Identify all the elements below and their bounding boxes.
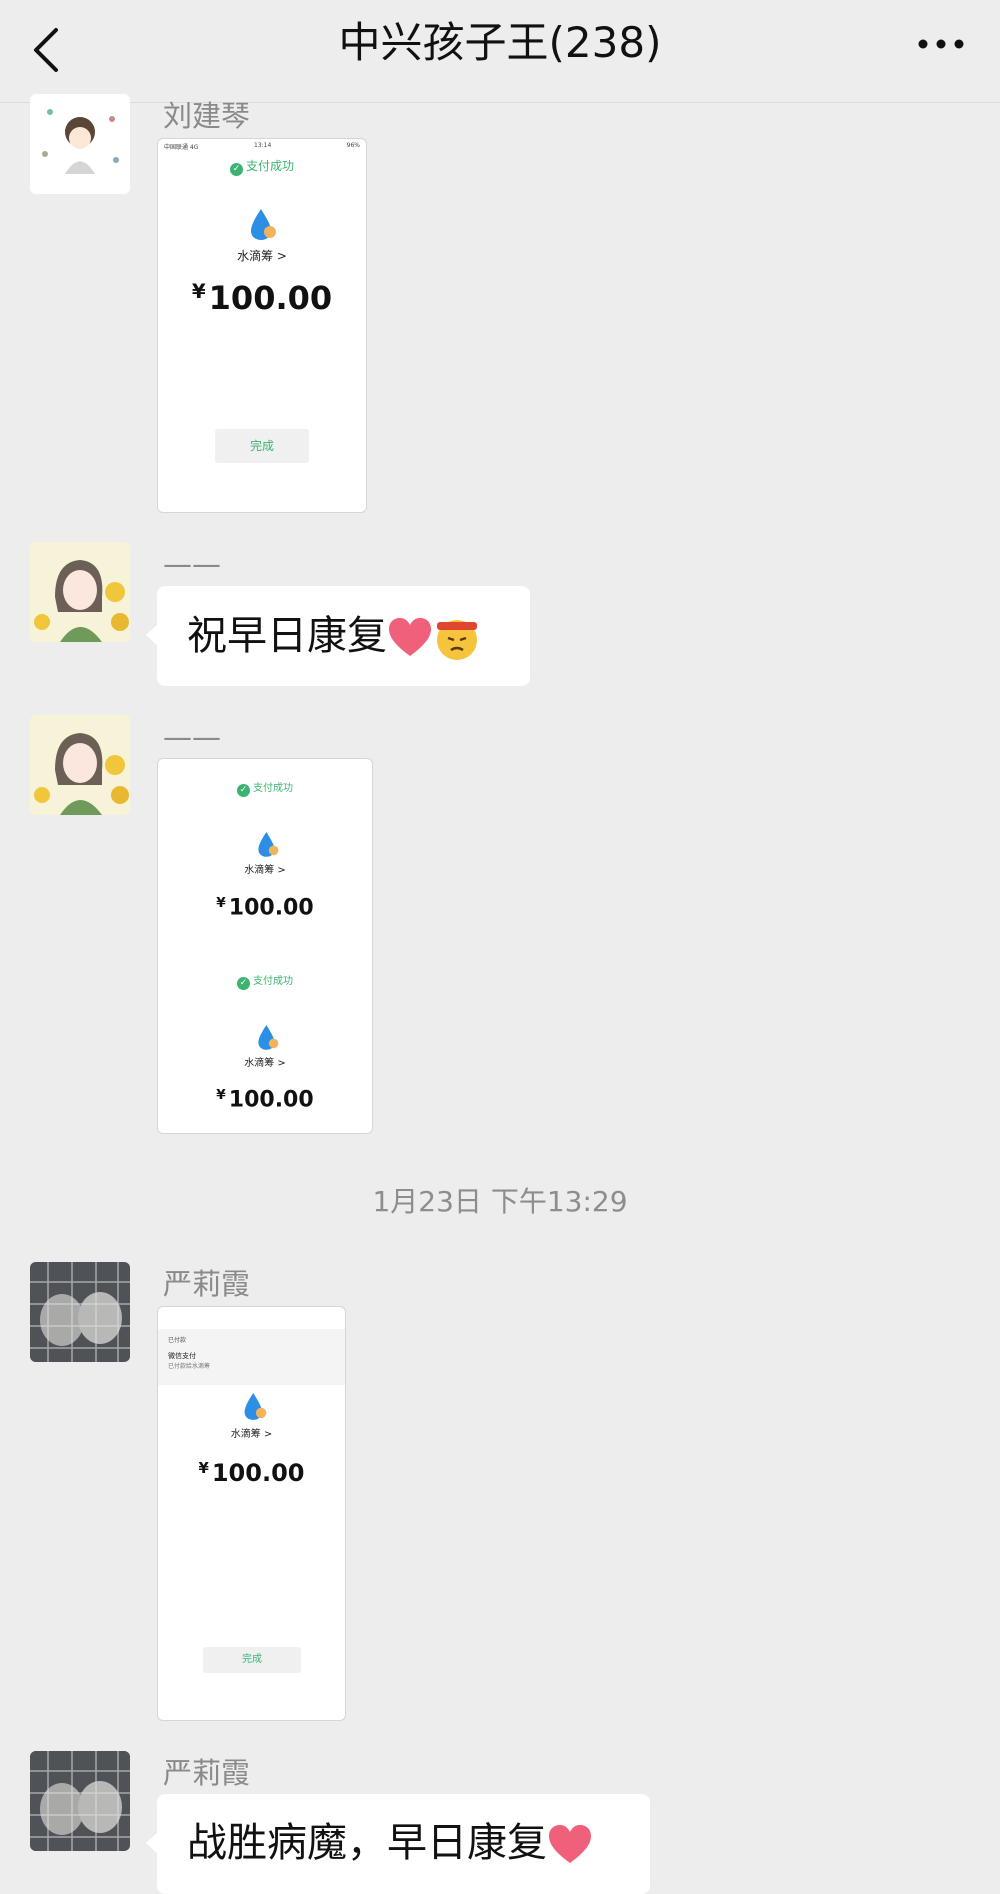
image-message[interactable]: ✓ 支付成功 水滴筹 > ¥100.00 ✓ 支付成功 水滴筹 > ¥100.00 [157,758,373,1134]
payment-success-label: ✓ 支付成功 [158,972,372,990]
merchant-name: 水滴筹 > [244,865,286,876]
message-text: 祝早日康复 [187,613,387,659]
cat-avatar-image [30,1262,130,1362]
text-message-bubble[interactable]: 战胜病魔，早日康复 [146,1794,650,1894]
sender-name: 严莉霞 [163,1267,251,1301]
payment-amount: ¥100.00 [216,1087,314,1113]
merchant-name: 水滴筹 > [230,1429,273,1440]
timestamp: 1月23日 下午13:29 [372,1185,628,1218]
waterdrop-logo-icon [258,832,279,857]
image-message[interactable]: 已付款 微信支付 已付款给水滴筹 水滴筹 > ¥100.00 完成 [157,1306,346,1721]
payment-amount: ¥100.00 [191,279,333,317]
sender-name: —— [163,547,221,581]
receipt-status-bar: 中国联通 4G 13:14 96% [164,142,360,151]
check-icon: ✓ [237,784,250,797]
waterdrop-logo-icon [244,1393,267,1420]
merchant-name: 水滴筹 > [244,1058,286,1069]
sender-name: —— [163,720,221,754]
avatar[interactable] [30,1751,130,1851]
determined-face-emoji [437,620,477,660]
done-button: 完成 [203,1647,301,1673]
avatar[interactable] [30,94,130,194]
check-icon: ✓ [229,163,243,176]
sender-name: 严莉霞 [163,1756,251,1790]
girl-avatar-image [30,542,130,642]
image-message[interactable]: 中国联通 4G 13:14 96% ✓ 支付成功 水滴筹 > ¥100.00 完成 [157,138,367,513]
avatar[interactable] [30,1262,130,1362]
sender-name: 刘建琴 [163,99,251,133]
girl-avatar-image [30,715,130,815]
avatar[interactable] [30,542,130,642]
done-button: 完成 [215,429,309,463]
avatar[interactable] [30,715,130,815]
cat-avatar-image [30,1751,130,1851]
notification-banner: 已付款 微信支付 已付款给水滴筹 [158,1329,345,1385]
text-message-bubble[interactable]: 祝早日康复 [146,586,530,686]
message-text: 战胜病魔，早日康复 [187,1820,547,1866]
payment-success-label: ✓ 支付成功 [158,779,372,797]
check-icon: ✓ [237,977,250,990]
payment-amount: ¥100.00 [198,1459,305,1488]
merchant-name: 水滴筹 > [237,249,287,263]
payment-success-label: ✓ 支付成功 [158,157,366,176]
heart-emoji [389,618,431,656]
chat-title: 中兴孩子王(238) [338,18,662,67]
more-dots-icon[interactable] [916,34,966,54]
heart-emoji [549,1825,591,1863]
cartoon-avatar-image [42,109,119,174]
waterdrop-logo-icon [258,1025,279,1050]
waterdrop-logo-icon [251,209,276,240]
chat-header: 中兴孩子王(238) [0,0,1000,103]
payment-amount: ¥100.00 [216,895,314,921]
